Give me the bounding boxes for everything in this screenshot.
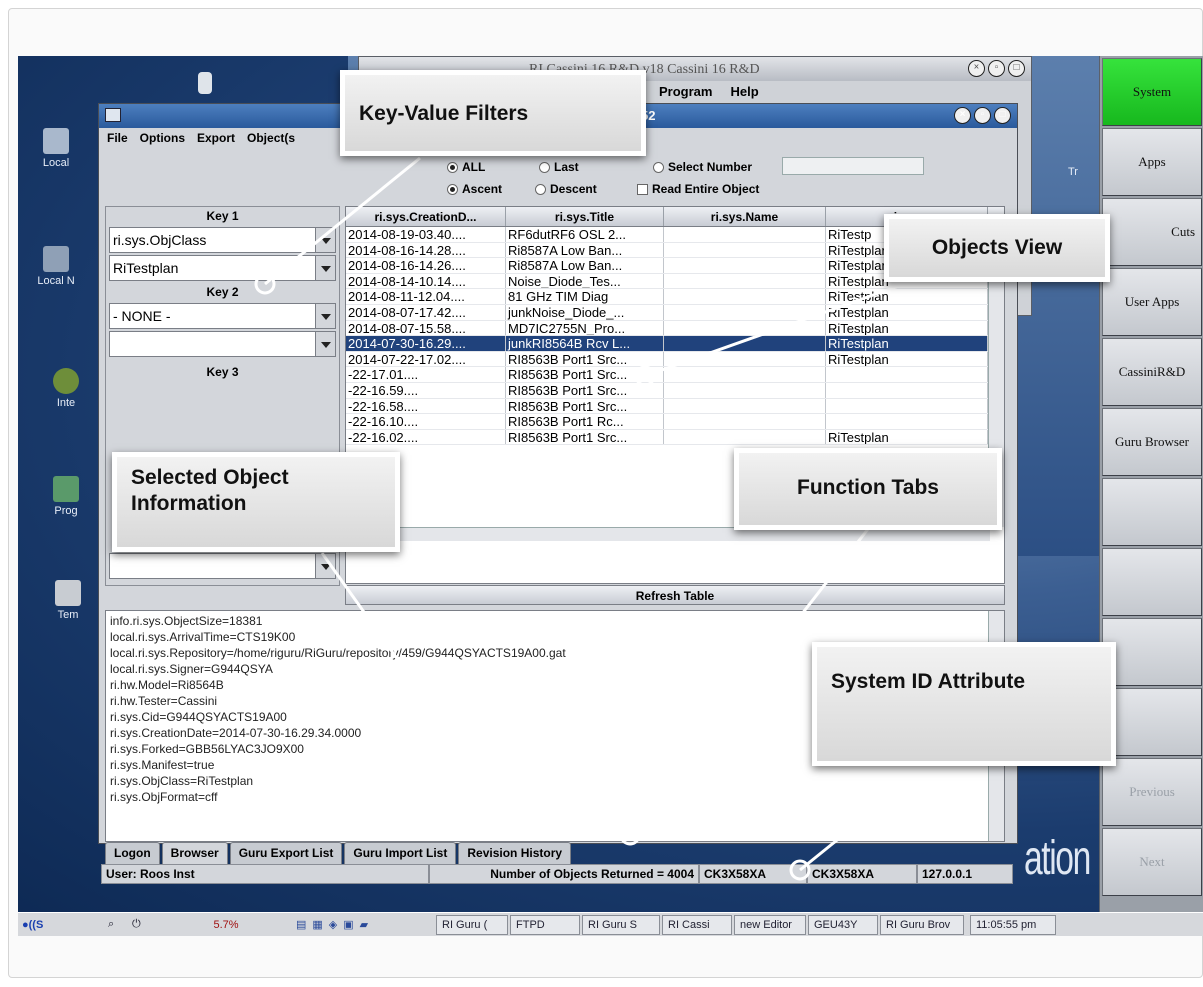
callout-selected-object: Selected Object Information [112, 452, 400, 552]
leader-selected-object [320, 552, 469, 758]
callout-objects-view: Objects View [884, 214, 1110, 282]
leader-system-id [799, 763, 931, 872]
callout-function-tabs: Function Tabs [734, 448, 1002, 530]
leader-objects-view [644, 280, 911, 378]
callout-key-value-filters: Key-Value Filters [340, 70, 646, 156]
leader-key-value [264, 156, 421, 286]
callout-system-id: System ID Attribute [812, 642, 1116, 766]
